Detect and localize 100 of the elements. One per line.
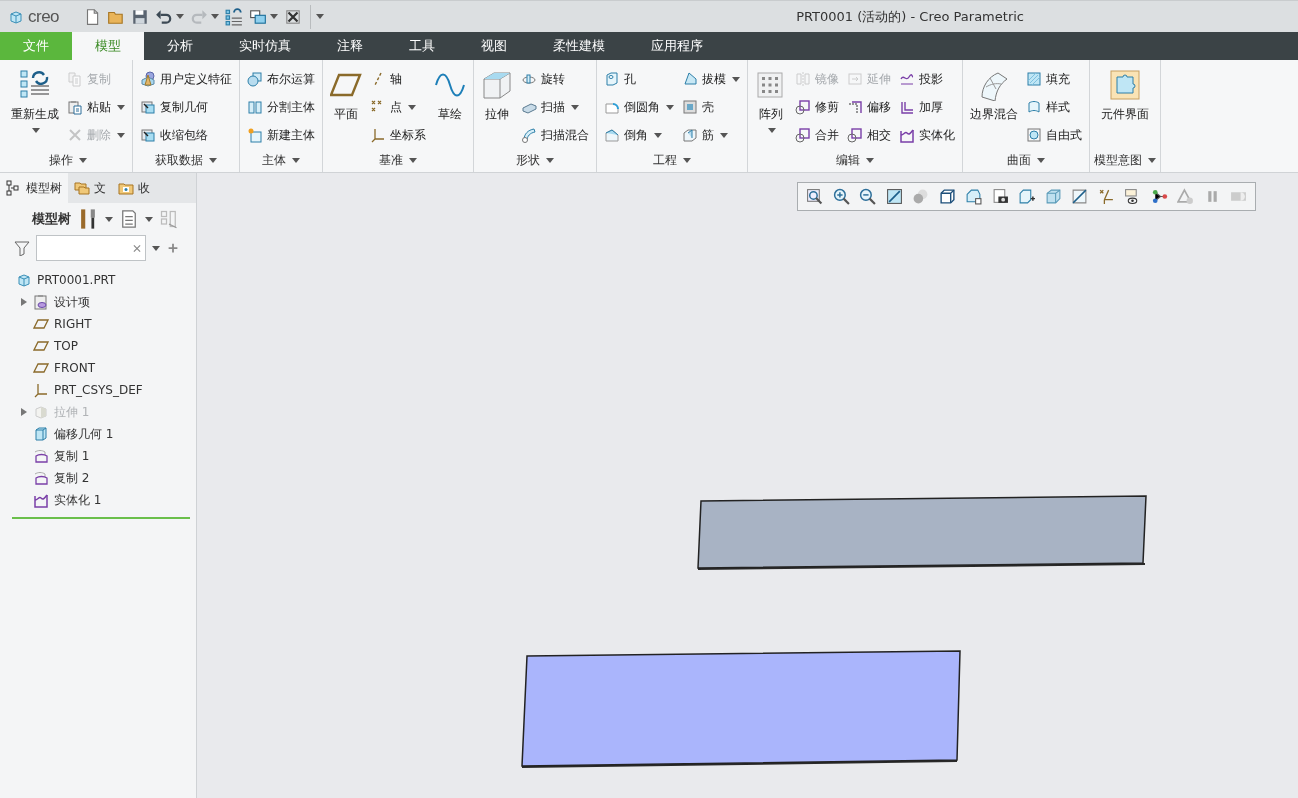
- group-menu-button[interactable]: 工程: [653, 149, 691, 171]
- ribbon-button[interactable]: 倒角: [601, 122, 677, 148]
- ribbon-button[interactable]: 修剪: [792, 94, 842, 120]
- ribbon-button[interactable]: 扫描混合: [518, 122, 592, 148]
- ribbon-button[interactable]: 用户定义特征: [137, 66, 235, 92]
- cube-outline-icon[interactable]: [938, 188, 956, 205]
- tree-item[interactable]: FRONT: [0, 357, 196, 379]
- ribbon-button[interactable]: 样式: [1023, 94, 1085, 120]
- panel-tab[interactable]: 文: [68, 173, 112, 203]
- group-menu-button[interactable]: 基准: [379, 149, 417, 171]
- tree-item[interactable]: RIGHT: [0, 313, 196, 335]
- ribbon-button[interactable]: 边界混合: [967, 66, 1021, 148]
- ribbon-button[interactable]: 拉伸: [478, 66, 516, 148]
- section-plane-icon[interactable]: [1071, 188, 1088, 205]
- ribbon-button[interactable]: 点: [367, 94, 429, 120]
- ribbon-button[interactable]: 粘贴: [64, 94, 128, 120]
- list-arrows-icon[interactable]: [225, 7, 244, 26]
- tree-item[interactable]: TOP: [0, 335, 196, 357]
- undo-icon[interactable]: [155, 7, 174, 26]
- ribbon-button[interactable]: 旋转: [518, 66, 592, 92]
- clear-icon[interactable]: [133, 243, 141, 253]
- documents-icon: [67, 71, 83, 87]
- axes-icon: [370, 127, 386, 143]
- group-menu-button[interactable]: 获取数据: [155, 149, 217, 171]
- ribbon-button[interactable]: 实体化: [896, 122, 958, 148]
- ribbon-tab[interactable]: 应用程序: [628, 32, 726, 60]
- parallelogram-icon: [33, 316, 49, 332]
- tree-item[interactable]: 实体化 1: [0, 489, 196, 511]
- ribbon-button[interactable]: 相交: [844, 122, 894, 148]
- ribbon-tab[interactable]: 分析: [144, 32, 216, 60]
- zoom-in-icon[interactable]: [832, 188, 850, 205]
- close-icon[interactable]: [284, 7, 303, 26]
- plus-icon[interactable]: [166, 241, 180, 255]
- ribbon-button[interactable]: 合并: [792, 122, 842, 148]
- transparent-box-icon[interactable]: [1044, 188, 1062, 205]
- group-menu-button[interactable]: 曲面: [1007, 149, 1045, 171]
- cubes-arrows-icon: [19, 69, 51, 101]
- camera-icon[interactable]: [991, 188, 1009, 205]
- ribbon-tab[interactable]: 模型: [72, 32, 144, 60]
- ribbon-button[interactable]: 平面: [327, 66, 365, 148]
- ribbon-button[interactable]: 复制几何: [137, 94, 235, 120]
- group-menu-button[interactable]: 操作: [49, 149, 87, 171]
- tree-item[interactable]: 偏移几何 1: [0, 423, 196, 445]
- ribbon-button[interactable]: 扫描: [518, 94, 592, 120]
- group-menu-button[interactable]: 形状: [516, 149, 554, 171]
- ribbon-button[interactable]: 新建主体: [244, 122, 318, 148]
- repaint-icon[interactable]: [885, 188, 903, 205]
- ribbon-tab[interactable]: 视图: [458, 32, 530, 60]
- expand-arrow-icon[interactable]: [20, 298, 28, 306]
- caret-icon: [732, 76, 740, 82]
- ribbon-button[interactable]: 投影: [896, 66, 958, 92]
- ribbon-button[interactable]: 填充: [1023, 66, 1085, 92]
- group-menu-button[interactable]: 模型意图: [1094, 149, 1156, 171]
- folders-icon: [74, 180, 90, 196]
- caret-icon: [571, 104, 579, 110]
- panel-tab[interactable]: 模型树: [0, 173, 68, 203]
- connected-nodes-icon[interactable]: [1150, 188, 1168, 205]
- ribbon-tab[interactable]: 注释: [314, 32, 386, 60]
- panel-tab[interactable]: 收: [112, 173, 196, 203]
- tree-icon: [6, 180, 22, 196]
- tree-item[interactable]: PRT_CSYS_DEF: [0, 379, 196, 401]
- cube-icon: [481, 69, 513, 101]
- ribbon-button[interactable]: 倒圆角: [601, 94, 677, 120]
- ribbon-tab[interactable]: 柔性建模: [530, 32, 628, 60]
- tree-item[interactable]: 设计项: [0, 291, 196, 313]
- ribbon-button[interactable]: 筋: [679, 122, 743, 148]
- ribbon-button[interactable]: 收缩包络: [137, 122, 235, 148]
- ribbon-button[interactable]: 元件界面: [1094, 66, 1156, 148]
- windows-icon[interactable]: [249, 7, 268, 26]
- sphere-icon: [247, 71, 263, 87]
- bracket-icon: [899, 99, 915, 115]
- group-menu-button[interactable]: 编辑: [836, 149, 874, 171]
- ribbon-button[interactable]: 分割主体: [244, 94, 318, 120]
- ribbon-button[interactable]: 轴: [367, 66, 429, 92]
- zoom-fit-icon[interactable]: [806, 188, 823, 205]
- ribbon-tab[interactable]: 工具: [386, 32, 458, 60]
- filter-icon[interactable]: [14, 240, 30, 256]
- ribbon-button[interactable]: 加厚: [896, 94, 958, 120]
- ribbon-button[interactable]: 阵列: [752, 66, 790, 148]
- caret-icon: [32, 128, 40, 133]
- zoom-out-icon[interactable]: [859, 188, 876, 205]
- curve-box-icon: [33, 492, 49, 508]
- ribbon-button[interactable]: 壳: [679, 94, 743, 120]
- ribbon-button[interactable]: 自由式: [1023, 122, 1085, 148]
- ribbon-button[interactable]: 孔: [601, 66, 677, 92]
- filter-field[interactable]: [36, 235, 146, 261]
- ribbon-button[interactable]: 偏移: [844, 94, 894, 120]
- ribbon-tab[interactable]: 实时仿真: [216, 32, 314, 60]
- group-menu-button[interactable]: 主体: [262, 149, 300, 171]
- tree-item[interactable]: 复制 1: [0, 445, 196, 467]
- ribbon-button[interactable]: 草绘: [431, 66, 469, 148]
- ribbon-button[interactable]: 拔模: [679, 66, 743, 92]
- ribbon-button[interactable]: 重新生成: [8, 66, 62, 148]
- list-document-icon[interactable]: [119, 209, 139, 229]
- tree-item[interactable]: PRT0001.PRT: [0, 269, 196, 291]
- box-plus-icon[interactable]: [1018, 188, 1035, 205]
- ribbon-button[interactable]: 布尔运算: [244, 66, 318, 92]
- tree-item[interactable]: 复制 2: [0, 467, 196, 489]
- expand-arrow-icon[interactable]: [20, 408, 28, 416]
- ribbon-button[interactable]: 坐标系: [367, 122, 429, 148]
